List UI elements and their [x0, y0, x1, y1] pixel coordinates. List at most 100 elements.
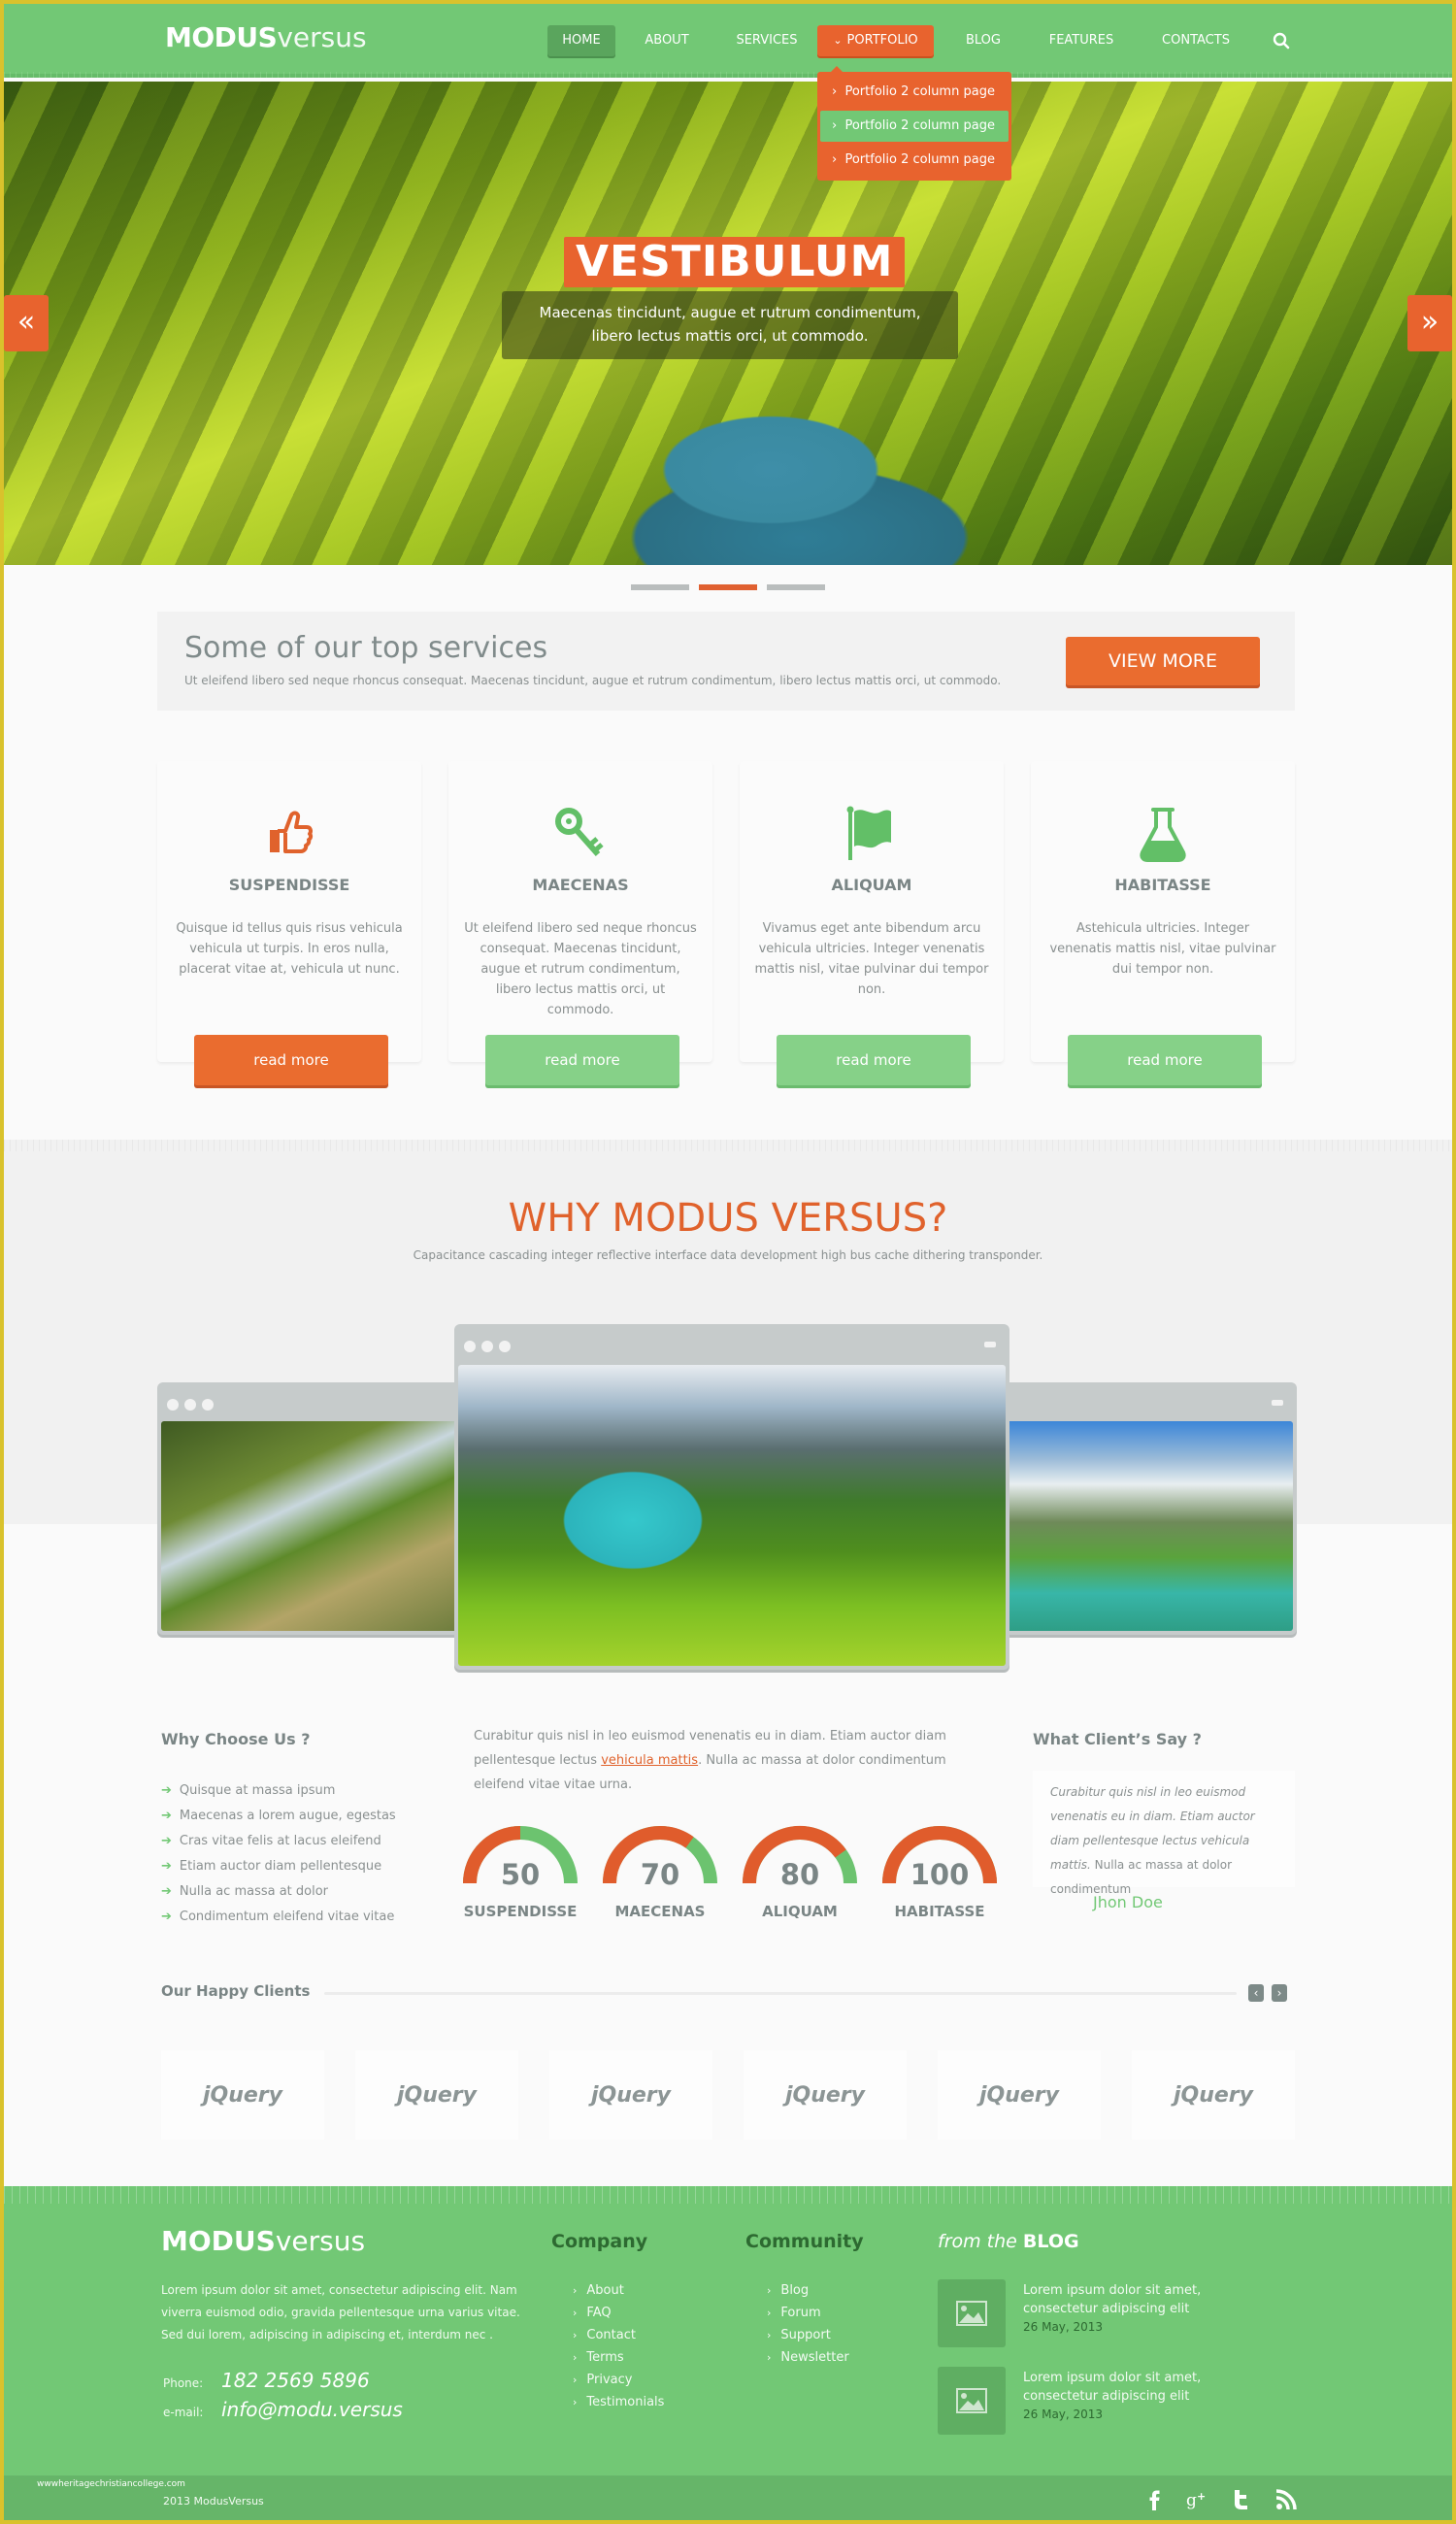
- list-item: ➔ Etiam auctor diam pellentesque: [161, 1854, 396, 1879]
- twitter-icon[interactable]: [1229, 2487, 1254, 2512]
- nav-home[interactable]: HOME: [547, 25, 615, 56]
- gauge-suspendisse: 50 SUSPENDISSE: [460, 1825, 580, 1932]
- footer-link-label: Terms: [586, 2350, 624, 2365]
- gauge-value: 50: [500, 1858, 541, 1891]
- nav-about[interactable]: ABOUT: [633, 25, 701, 56]
- client-logo[interactable]: jQuery: [161, 2050, 324, 2140]
- read-more-button[interactable]: read more: [485, 1035, 679, 1085]
- google-plus-icon[interactable]: g +: [1184, 2487, 1209, 2512]
- footer-link[interactable]: › Support: [767, 2324, 849, 2346]
- site-logo[interactable]: MODUSversus: [165, 21, 367, 53]
- dropdown-item[interactable]: › Portfolio 2 column page: [820, 145, 1009, 176]
- testimonial-author: Jhon Doe: [1093, 1893, 1163, 1911]
- footer-link-label: Support: [780, 2328, 831, 2342]
- gauge-value: 100: [910, 1858, 970, 1891]
- slider-dot-active[interactable]: [699, 584, 757, 590]
- service-text: Vivamus eget ante bibendum arcu vehicula…: [754, 921, 989, 997]
- footer-link-label: Testimonials: [586, 2395, 665, 2409]
- gauge-value: 70: [640, 1858, 680, 1891]
- client-logo[interactable]: jQuery: [355, 2050, 518, 2140]
- client-logo[interactable]: jQuery: [938, 2050, 1101, 2140]
- service-card: ALIQUAM Vivamus eget ante bibendum arcu …: [740, 761, 1004, 1085]
- landscape-image: [988, 1421, 1293, 1631]
- footer-link-label: Blog: [780, 2283, 810, 2298]
- slider-prev-button[interactable]: «: [4, 295, 49, 351]
- client-logo-text: jQuery: [978, 2083, 1060, 2108]
- chevron-right-icon: ›: [573, 2396, 578, 2408]
- nav-portfolio[interactable]: ⌄ PORTFOLIO: [817, 25, 934, 56]
- client-logo-text: jQuery: [590, 2083, 672, 2108]
- nav-features[interactable]: FEATURES: [1041, 25, 1122, 56]
- nav-blog[interactable]: BLOG: [951, 25, 1015, 56]
- blog-thumbnail[interactable]: [938, 2279, 1006, 2347]
- arrow-right-icon: ➔: [161, 1809, 172, 1823]
- blog-post-title[interactable]: Lorem ipsum dolor sit amet, consectetur …: [1023, 2369, 1275, 2406]
- footer-link[interactable]: › Blog: [767, 2279, 849, 2302]
- slider-dot[interactable]: [631, 584, 689, 590]
- key-icon: [555, 808, 604, 856]
- blog-heading-italic: from the: [938, 2231, 1017, 2252]
- footer-link[interactable]: › FAQ: [573, 2302, 664, 2324]
- dropdown-item-label: Portfolio 2 column page: [844, 84, 995, 99]
- gauge-label: HABITASSE: [894, 1903, 985, 1920]
- gauge-label: MAECENAS: [614, 1903, 706, 1920]
- search-icon[interactable]: [1272, 31, 1291, 50]
- slider-dot[interactable]: [767, 584, 825, 590]
- arrow-right-icon: ➔: [161, 1910, 172, 1924]
- service-card: SUSPENDISSE Quisque id tellus quis risus…: [157, 761, 421, 1085]
- footer-link[interactable]: › Forum: [767, 2302, 849, 2324]
- image-icon: [956, 2388, 987, 2413]
- services-banner-text: Ut eleifend libero sed neque rhoncus con…: [184, 674, 1002, 687]
- footer-link[interactable]: › Privacy: [573, 2369, 664, 2391]
- gauge-label: ALIQUAM: [762, 1903, 838, 1920]
- blog-post-title[interactable]: Lorem ipsum dolor sit amet, consectetur …: [1023, 2281, 1275, 2318]
- client-logo[interactable]: jQuery: [1132, 2050, 1295, 2140]
- blog-thumbnail[interactable]: [938, 2367, 1006, 2435]
- email-address[interactable]: info@modu.versus: [221, 2398, 403, 2421]
- list-item: ➔ Cras vitae felis at lacus eleifend: [161, 1829, 396, 1854]
- footer-link[interactable]: › Terms: [573, 2346, 664, 2369]
- client-logo[interactable]: jQuery: [549, 2050, 712, 2140]
- chevron-right-icon: ›: [573, 2329, 578, 2341]
- page: MODUSversus HOME ABOUT SERVICES ⌄ PORTFOL…: [4, 4, 1452, 2520]
- arrow-right-icon: ➔: [161, 1834, 172, 1848]
- client-logo[interactable]: jQuery: [744, 2050, 907, 2140]
- vehicula-mattis-link[interactable]: vehicula mattis: [601, 1753, 698, 1768]
- flask-icon: [1140, 808, 1186, 862]
- footer-link[interactable]: › Testimonials: [573, 2391, 664, 2413]
- read-more-button[interactable]: read more: [777, 1035, 971, 1085]
- service-title: HABITASSE: [1114, 876, 1211, 894]
- double-chevron-right-icon: »: [1420, 305, 1439, 339]
- clients-prev-button[interactable]: ‹: [1248, 1984, 1264, 2002]
- read-more-button[interactable]: read more: [1068, 1035, 1262, 1085]
- services-banner: Some of our top services Ut eleifend lib…: [157, 612, 1295, 711]
- list-item: ➔ Condimentum eleifend vitae vitae: [161, 1905, 396, 1930]
- gauge-aliquam: 80 ALIQUAM: [740, 1825, 860, 1932]
- nav-services[interactable]: SERVICES: [726, 25, 808, 56]
- phone-number: 182 2569 5896: [221, 2369, 370, 2392]
- why-choose-list: ➔ Quisque at massa ipsum ➔ Maecenas a lore…: [161, 1778, 396, 1930]
- gauge-label: SUSPENDISSE: [463, 1903, 578, 1920]
- chevron-down-icon: ⌄: [833, 34, 843, 47]
- footer-link[interactable]: › Newsletter: [767, 2346, 849, 2369]
- clients-next-button[interactable]: ›: [1272, 1984, 1287, 2002]
- list-item: ➔ Maecenas a lorem augue, egestas: [161, 1804, 396, 1829]
- community-heading: Community: [745, 2231, 864, 2252]
- footer-link[interactable]: › About: [573, 2279, 664, 2302]
- facebook-icon[interactable]: [1142, 2487, 1167, 2512]
- dropdown-item[interactable]: › Portfolio 2 column page: [820, 77, 1009, 108]
- view-more-button[interactable]: VIEW MORE: [1066, 637, 1260, 685]
- read-more-button[interactable]: read more: [194, 1035, 388, 1085]
- chevron-right-icon: ›: [832, 118, 845, 133]
- rss-icon[interactable]: [1274, 2487, 1299, 2512]
- hero-title: VESTIBULUM: [564, 237, 906, 287]
- chevron-right-icon: ›: [573, 2374, 578, 2386]
- nav-contacts[interactable]: CONTACTS: [1149, 25, 1242, 56]
- dropdown-item[interactable]: › Portfolio 2 column page: [820, 111, 1009, 142]
- footer-link-label: FAQ: [586, 2306, 612, 2320]
- slider-next-button[interactable]: »: [1407, 295, 1452, 351]
- footer-logo[interactable]: MODUSversus: [161, 2225, 365, 2257]
- footer-link[interactable]: › Contact: [573, 2324, 664, 2346]
- double-chevron-left-icon: «: [17, 305, 36, 339]
- arrow-right-icon: ➔: [161, 1859, 172, 1874]
